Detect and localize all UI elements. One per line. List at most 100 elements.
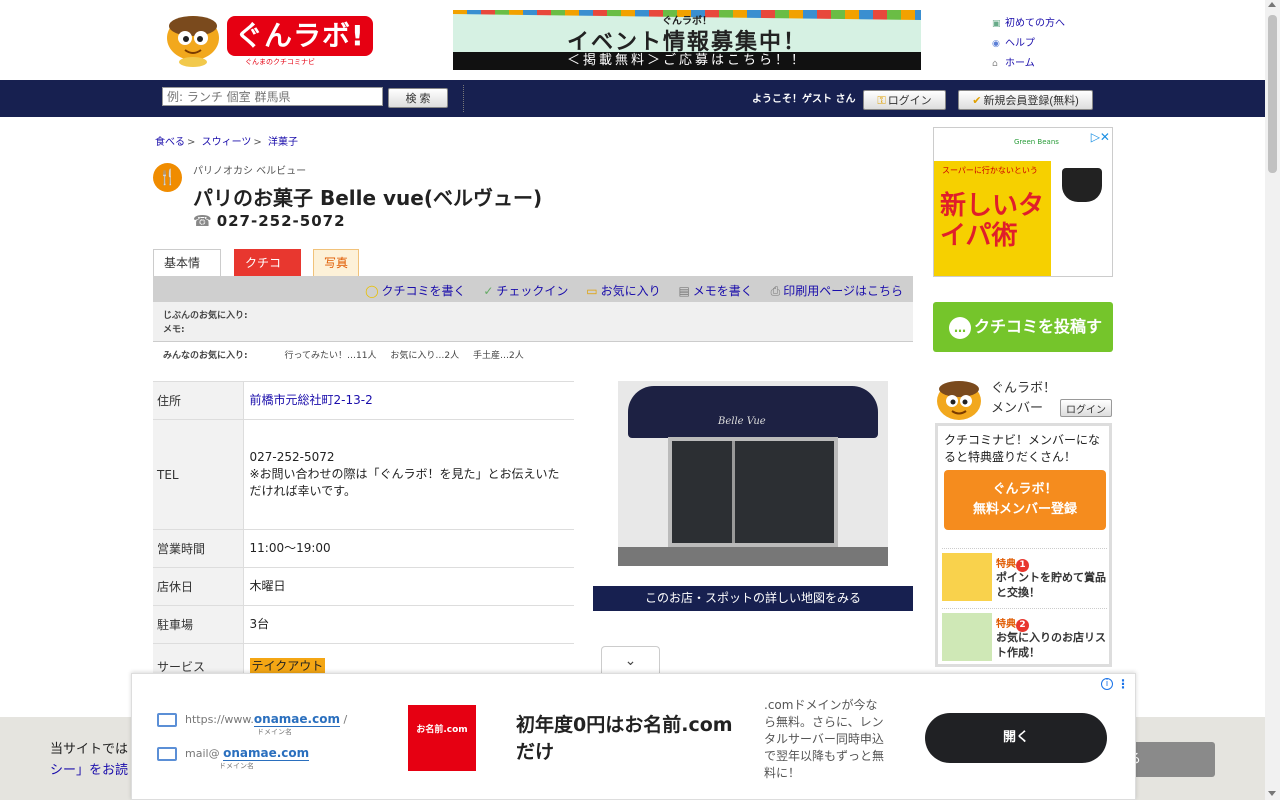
closed-label: 店休日: [153, 567, 244, 606]
my-page-icon: [942, 613, 992, 661]
everyone-favorites: みんなのお気に入り: 行ってみたい！…11人 お気に入り…2人 手土産…2人: [163, 348, 535, 361]
parking-value: 3台: [243, 605, 574, 644]
link-help[interactable]: ◉ ヘルプ: [992, 34, 1065, 54]
ad-description: .comドメインが今なら無料。さらに、レンタルサーバー同時申込で翌年以降もずっと…: [764, 698, 885, 780]
memo-icon: ▤: [678, 284, 690, 298]
privacy-policy-link[interactable]: シー」をお読: [50, 763, 128, 778]
closed-value: 木曜日: [243, 567, 574, 606]
member-login-button[interactable]: ログイン: [1060, 399, 1112, 417]
member-description: クチコミナビ！メンバーになると特典盛りだくさん！: [944, 433, 1101, 464]
restaurant-icon: 🍴: [153, 163, 182, 192]
fav-want-to-go: 行ってみたい！…11人: [284, 351, 377, 361]
ad-catch-top: スーパーに行かないという: [942, 166, 1038, 175]
badge-icon: ✔: [972, 95, 982, 107]
key-icon: ⚿: [877, 95, 886, 107]
post-review-button[interactable]: … クチコミを投稿する: [933, 302, 1113, 386]
hours-label: 営業時間: [153, 529, 244, 568]
ad-product-image: [1062, 168, 1102, 202]
page-scrollbar[interactable]: [1265, 0, 1280, 800]
speech-bubble-icon: …: [949, 316, 971, 339]
mail-icon: [157, 747, 177, 761]
onamae-logo: お名前.com: [408, 705, 476, 771]
table-row: TEL 027-252-5072 ※お問い合わせの際は「ぐんラボ！を見た」とお伝…: [153, 419, 574, 530]
fav-favorite: お気に入り…2人: [390, 351, 460, 361]
tel-label: TEL: [153, 419, 244, 530]
breadcrumb-separator: >: [187, 137, 196, 148]
page-title: パリのお菓子 Belle vue(ベルヴュー): [193, 186, 543, 210]
link-home[interactable]: ⌂ ホーム: [992, 54, 1065, 74]
breadcrumb-sweets[interactable]: スウィーツ: [202, 137, 252, 148]
login-button[interactable]: ⚿ ログイン: [863, 90, 946, 110]
navbar: 検 索 ようこそ！ゲスト さん ⚿ログイン ✔新規会員登録(無料): [0, 80, 1265, 117]
checkin-link[interactable]: ✓ チェックイン: [483, 284, 568, 298]
member-box: クチコミナビ！メンバーになると特典盛りだくさん！ ぐんラボ！ 無料メンバー登録 …: [935, 423, 1112, 667]
site-logo[interactable]: ぐんラボ! ぐんまのクチコミナビ: [163, 10, 381, 68]
scroll-up-icon[interactable]: [1268, 2, 1276, 7]
check-icon: ✓: [483, 284, 494, 298]
side-ad[interactable]: ▷✕ Green Beans スーパーに行かないという 新しいタイパ術: [933, 127, 1113, 277]
ad-menu-icon[interactable]: ⋮: [1117, 677, 1129, 691]
browser-icon: [157, 713, 177, 727]
link-first-time[interactable]: ▣ 初めての方へ: [992, 14, 1065, 34]
ad-yellow-panel: スーパーに行かないという 新しいタイパ術: [934, 161, 1051, 276]
chevron-down-icon[interactable]: ⌄: [601, 646, 660, 674]
breadcrumb-eat[interactable]: 食べる: [155, 137, 185, 148]
hours-value: 11:00〜19:00: [243, 529, 574, 568]
takeout-badge: テイクアウト: [249, 658, 326, 674]
shop-info-table: 住所 前橋市元総社町2-13-2 TEL 027-252-5072 ※お問い合わ…: [153, 381, 574, 690]
write-review-link[interactable]: ◯ クチコミを書く: [365, 284, 465, 298]
write-memo-link[interactable]: ▤ メモを書く: [678, 284, 752, 298]
ad-info-icon[interactable]: i: [1101, 678, 1113, 690]
table-row: 住所 前橋市元総社町2-13-2: [153, 381, 574, 420]
breadcrumb-separator: >: [253, 137, 262, 148]
search-button[interactable]: 検 索: [388, 88, 448, 108]
awning-sign: Belle Vue: [718, 416, 766, 427]
shop-phone: ☎ 027-252-5072: [193, 212, 346, 230]
ad-choices-icon[interactable]: ▷✕: [1091, 130, 1110, 144]
my-favorite-label: じぶんのお気に入り:: [163, 311, 248, 321]
tab-basic-info[interactable]: 基本情報: [153, 249, 221, 297]
mascot-icon: [937, 381, 981, 420]
search-input[interactable]: [162, 87, 383, 106]
bottom-ad[interactable]: i ⋮ https://www.onamae.com / ドメイン名 mail@…: [131, 673, 1136, 800]
top-links: ▣ 初めての方へ ◉ ヘルプ ⌂ ホーム: [992, 14, 1065, 74]
member-panel: ぐんラボ！ メンバー ログイン クチコミナビ！メンバーになると特典盛りだくさん！…: [933, 377, 1113, 667]
table-row: 店休日 木曜日: [153, 567, 574, 606]
shop-photo[interactable]: Belle Vue: [618, 381, 888, 566]
address-link[interactable]: 前橋市元総社町2-13-2: [250, 393, 373, 407]
tab-photos[interactable]: 写真: [313, 249, 359, 276]
gift-icon: [942, 553, 992, 601]
address-label: 住所: [153, 381, 244, 420]
logo-wordmark: ぐんラボ!: [227, 16, 373, 56]
storefront-window: [668, 437, 838, 547]
tel-value: 027-252-5072 ※お問い合わせの際は「ぐんラボ！を見た」とお伝えいただ…: [243, 419, 574, 530]
ad-catch-main: 新しいタイパ術: [940, 191, 1045, 251]
logo-tagline: ぐんまのクチコミナビ: [245, 58, 315, 66]
register-button[interactable]: ✔ 新規会員登録(無料): [958, 90, 1093, 110]
everyone-favorites-label: みんなのお気に入り:: [163, 351, 248, 361]
event-banner[interactable]: ぐんラボ！ イベント情報募集中！ ＜掲載無料＞ご応募はこちら！！: [453, 10, 921, 70]
tel-number: 027-252-5072: [249, 450, 335, 464]
phone-icon: ☎: [193, 212, 213, 230]
perk-text: ポイントを貯めて賞品と交換！: [996, 571, 1106, 599]
perk-text: お気に入りのお店リスト作成！: [996, 631, 1106, 659]
storefront-awning: Belle Vue: [628, 386, 878, 438]
ad-open-button[interactable]: 開く: [925, 713, 1107, 763]
ad-mail-row: mail@ onamae.com ドメイン名: [157, 746, 310, 770]
nav-divider: [463, 85, 464, 112]
banner-bottom-text: ＜掲載無料＞ご応募はこちら！！: [453, 52, 921, 70]
home-icon: ⌂: [992, 59, 998, 69]
printer-icon: ⎙: [770, 284, 781, 298]
free-member-register-button[interactable]: ぐんラボ！ 無料メンバー登録: [944, 470, 1106, 530]
favorite-link[interactable]: ▭ お気に入り: [586, 284, 660, 298]
breadcrumb-western-sweets[interactable]: 洋菓子: [268, 137, 298, 148]
map-button[interactable]: このお店・スポットの詳しい地図をみる: [593, 586, 913, 611]
scroll-down-icon[interactable]: [1268, 791, 1276, 796]
mascot-icon: [167, 16, 219, 67]
tab-reviews[interactable]: クチコミ: [234, 249, 301, 297]
scrollbar-thumb[interactable]: [1268, 15, 1277, 173]
table-row: 営業時間 11:00〜19:00: [153, 529, 574, 568]
ad-brand: Green Beans: [1014, 138, 1059, 146]
print-link[interactable]: ⎙ 印刷用ページはこちら: [771, 284, 903, 298]
my-favorites-box: じぶんのお気に入り: メモ:: [153, 302, 913, 342]
